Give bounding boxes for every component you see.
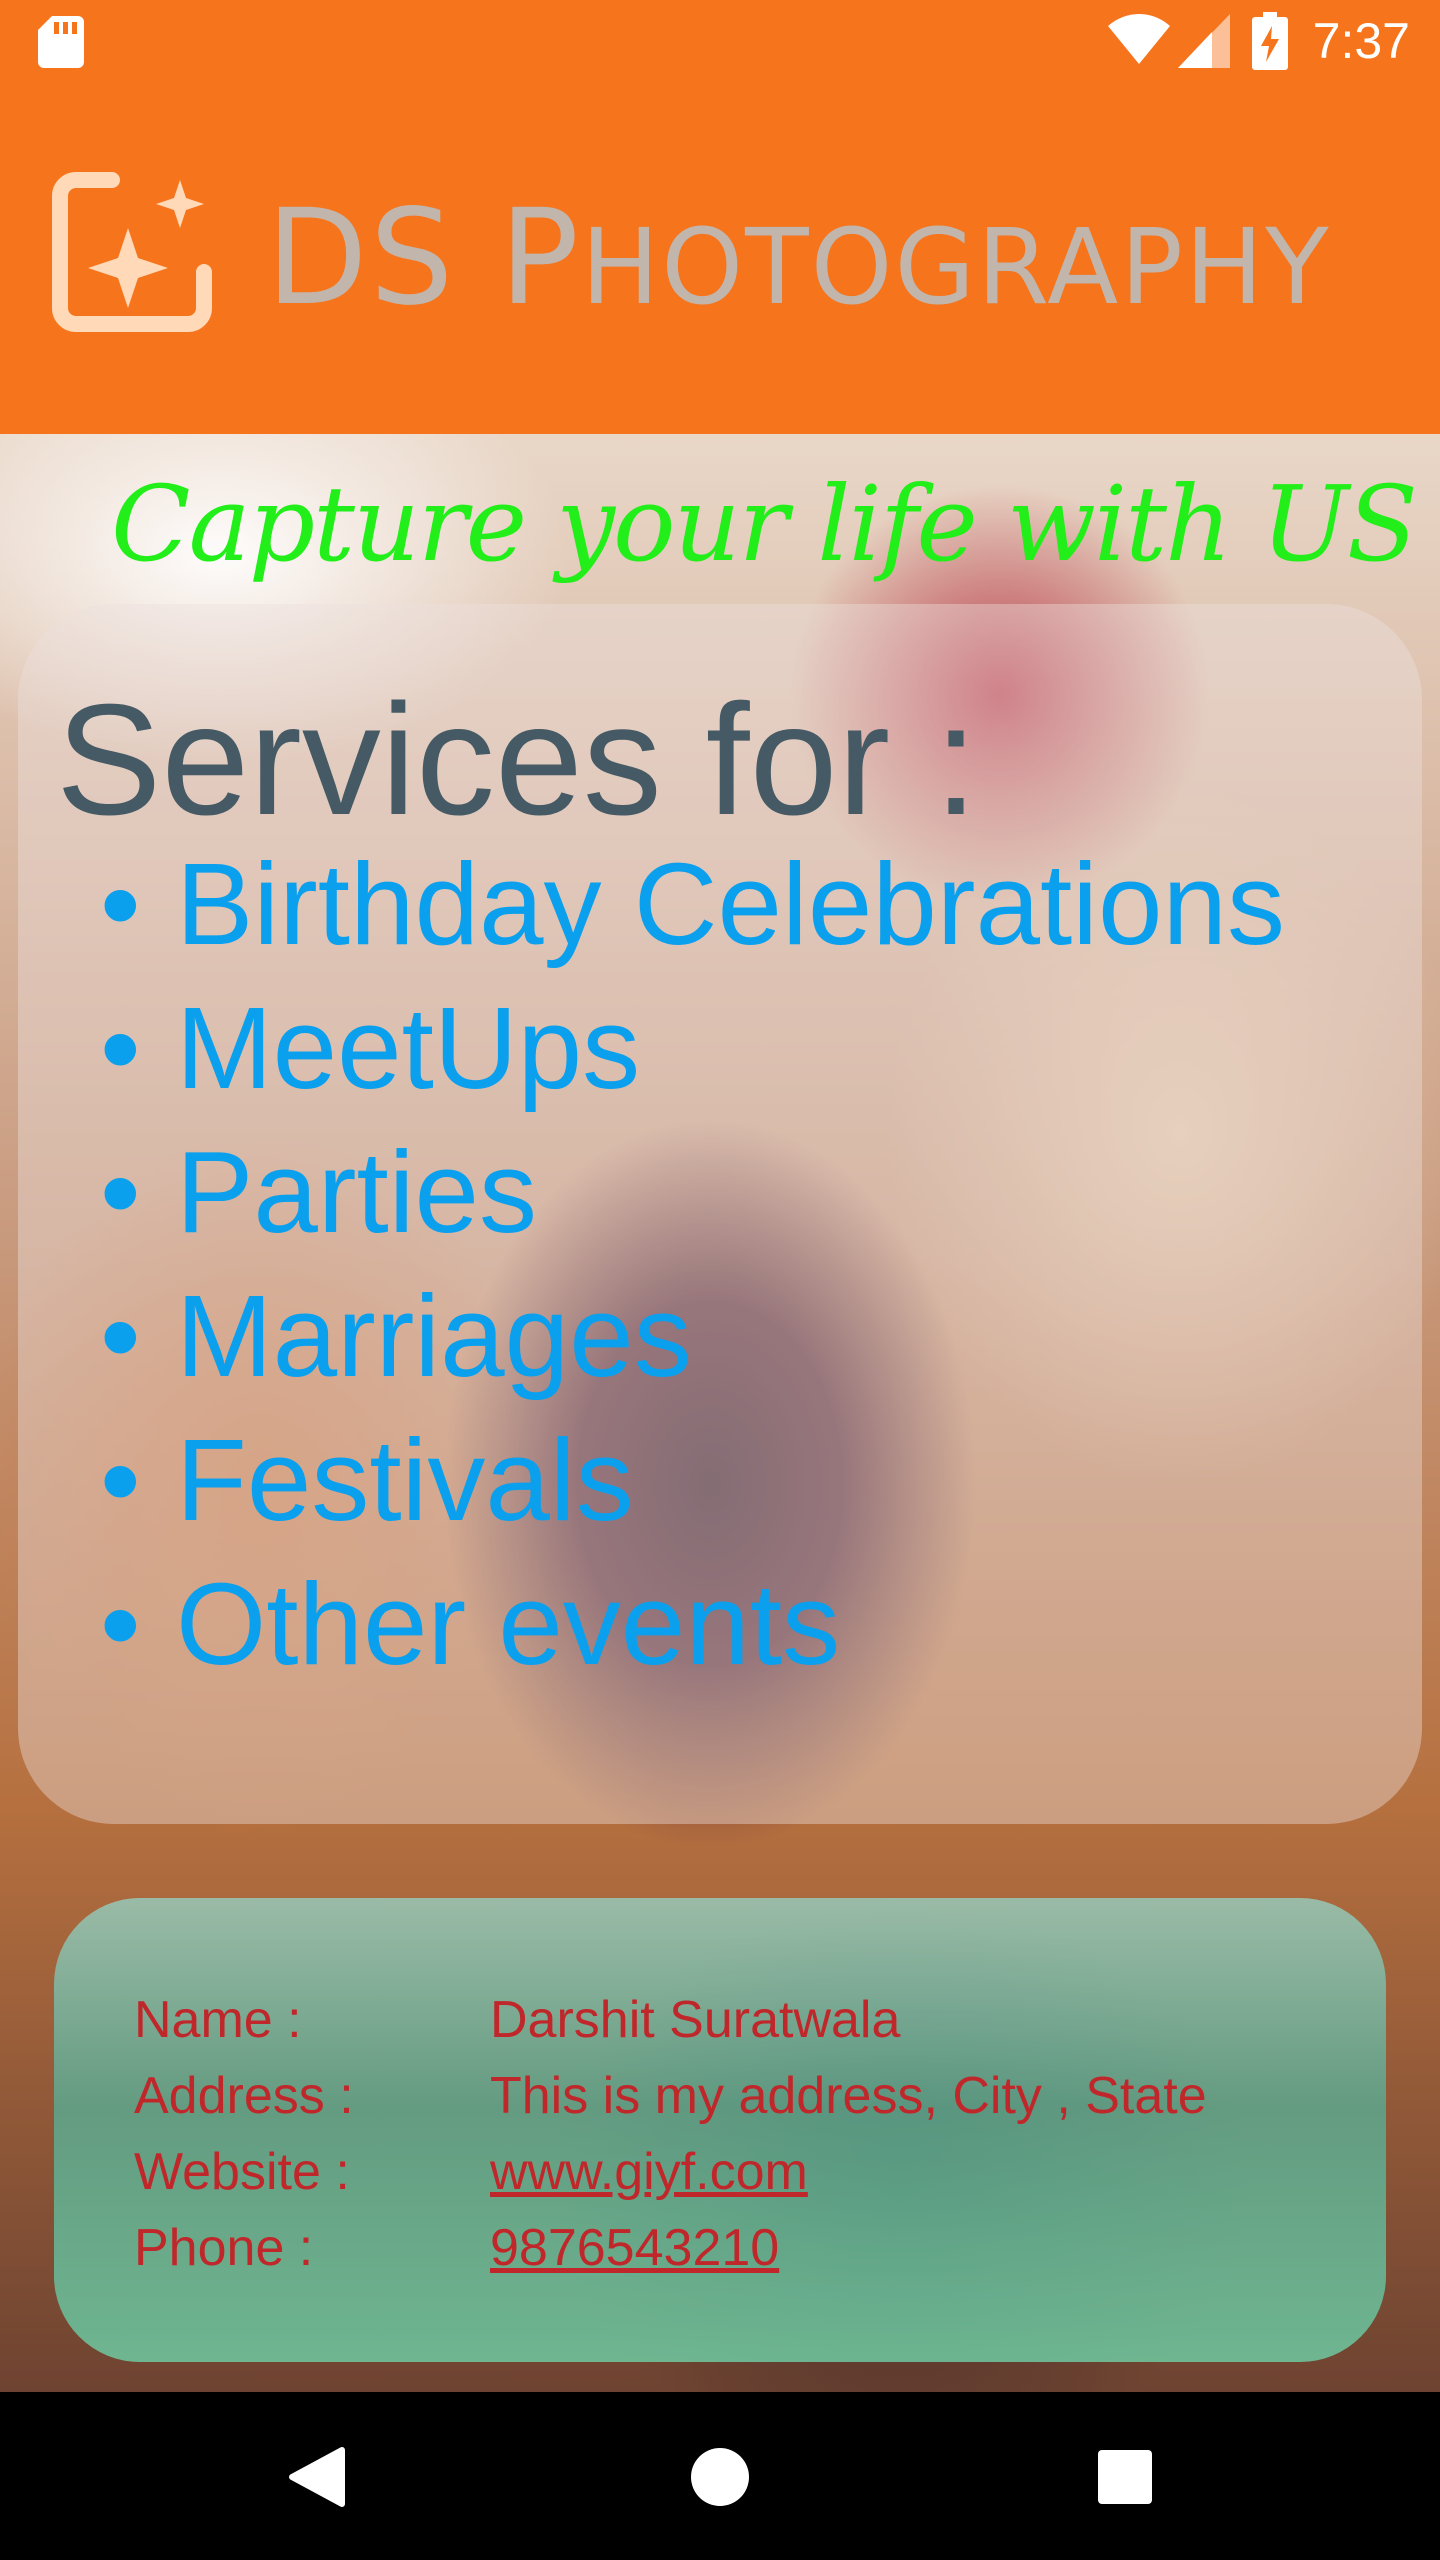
contact-row-phone: Phone : 9876543210 [134, 2210, 1207, 2286]
contact-details: Name : Darshit Suratwala Address : This is… [134, 1982, 1207, 2286]
service-item-marriages: • Marriages [100, 1264, 1285, 1408]
phone-link[interactable]: 9876543210 [490, 2219, 779, 2277]
recents-icon[interactable] [1080, 2432, 1170, 2522]
bullet: • [100, 1127, 141, 1257]
contact-card: Name : Darshit Suratwala Address : This is… [54, 1898, 1386, 2362]
status-bar: 7:37 [0, 0, 1440, 84]
website-link[interactable]: www.giyf.com [490, 2143, 808, 2201]
address-label: Address : [134, 2067, 354, 2125]
service-item-birthday: • Birthday Celebrations [100, 832, 1285, 976]
services-title: Services for : [56, 672, 978, 848]
address-value: This is my address, City , State [490, 2067, 1207, 2125]
wifi-icon [1108, 14, 1170, 64]
bullet: • [100, 983, 141, 1113]
main-content: Capture your life with US Services for :… [0, 434, 1440, 2392]
bullet: • [100, 1559, 141, 1689]
app-bar: DS PHOTOGRAPHY [0, 84, 1440, 434]
status-clock: 7:37 [1312, 13, 1410, 69]
services-card: Services for : • Birthday Celebrations • M… [18, 604, 1422, 1824]
tagline: Capture your life with US [111, 463, 1418, 585]
battery-charging-icon [1252, 12, 1288, 70]
app-title: DS PHOTOGRAPHY [266, 181, 1331, 335]
service-item-other-events: • Other events [100, 1552, 1285, 1696]
website-label: Website : [134, 2143, 350, 2201]
cell-signal-icon [1178, 14, 1230, 68]
contact-row-name: Name : Darshit Suratwala [134, 1982, 1207, 2058]
service-item-parties: • Parties [100, 1120, 1285, 1264]
bullet: • [100, 1271, 141, 1401]
bullet: • [100, 839, 141, 969]
navigation-bar [0, 2392, 1440, 2560]
sd-card-icon [38, 16, 84, 68]
service-list: • Birthday Celebrations • MeetUps • Parties… [100, 832, 1285, 1696]
contact-row-address: Address : This is my address, City , Stat… [134, 2058, 1207, 2134]
service-item-festivals: • Festivals [100, 1408, 1285, 1552]
contact-row-website: Website : www.giyf.com [134, 2134, 1207, 2210]
bullet: • [100, 1415, 141, 1545]
name-label: Name : [134, 1991, 302, 2049]
back-icon[interactable] [272, 2432, 362, 2522]
phone-label: Phone : [134, 2219, 314, 2277]
home-icon[interactable] [675, 2432, 765, 2522]
auto-fix-sparkle-icon [52, 172, 212, 332]
name-value: Darshit Suratwala [490, 1991, 901, 2049]
service-item-meetups: • MeetUps [100, 976, 1285, 1120]
